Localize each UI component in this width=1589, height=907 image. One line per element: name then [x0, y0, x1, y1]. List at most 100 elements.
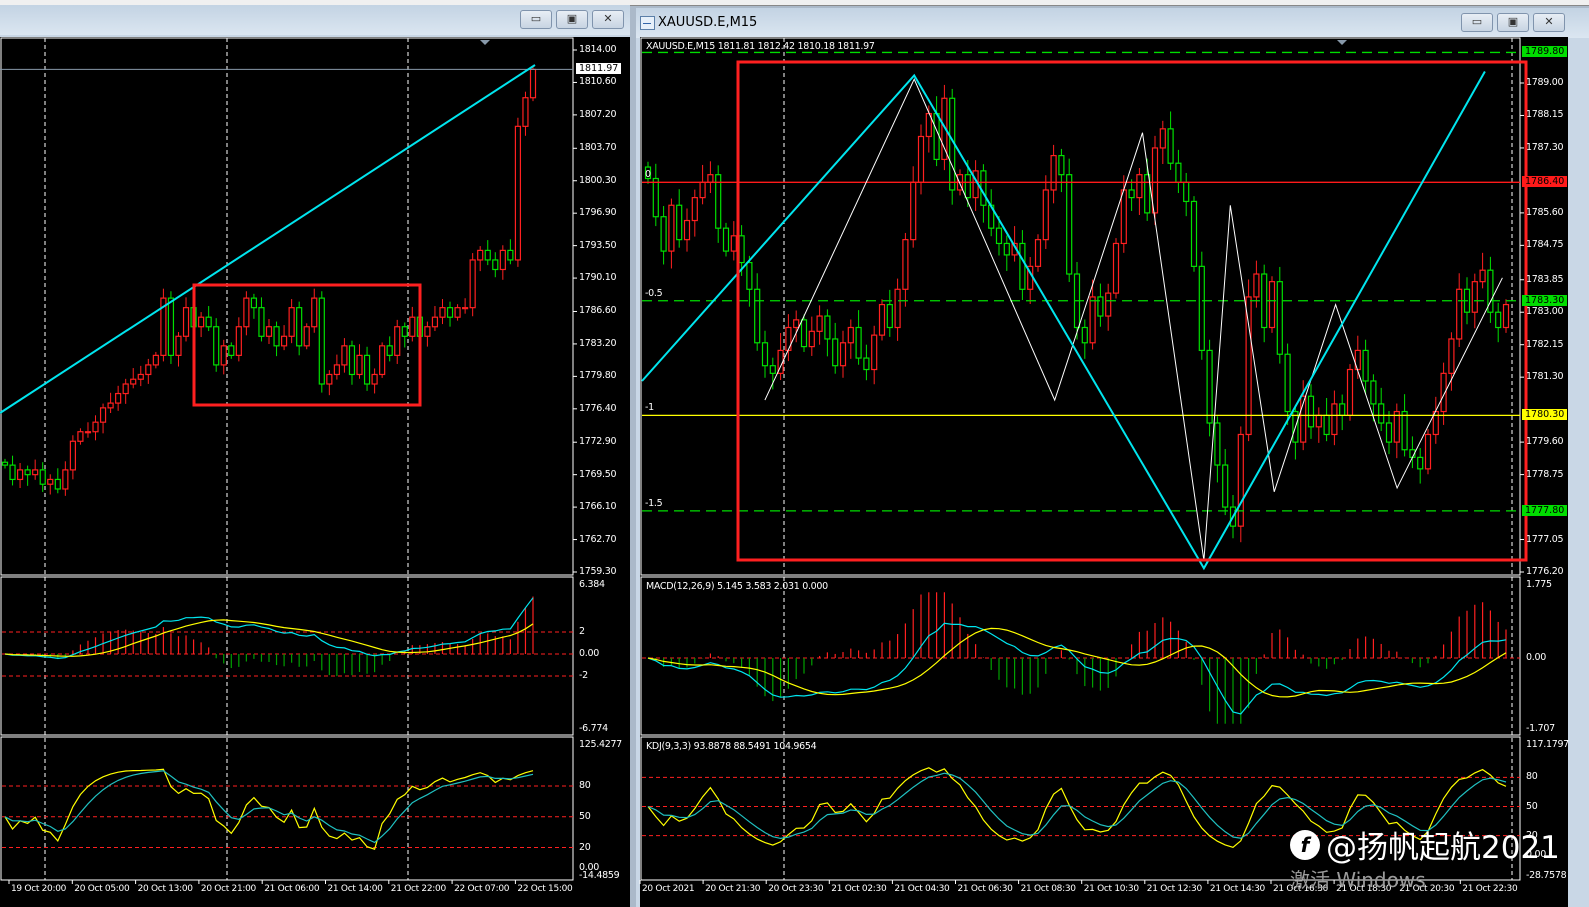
time-axis-label: 21 Oct 06:00 — [264, 884, 320, 894]
time-axis-label: 20 Oct 21:00 — [200, 884, 256, 894]
price-axis-label: 1800.30 — [579, 174, 617, 186]
candle-body — [1502, 303, 1510, 329]
candle-body — [507, 249, 514, 261]
candle-body — [793, 319, 800, 329]
time-axis-label: 20 Oct 2021 — [642, 884, 695, 894]
time-axis-label: 21 Oct 14:30 — [1209, 884, 1265, 894]
candle-body — [454, 307, 461, 318]
time-axis-label: 20 Oct 13:00 — [137, 884, 193, 894]
price-axis-label: 1784.75 — [1526, 239, 1564, 251]
price-axis-label: 1796.90 — [579, 207, 617, 219]
candle-body — [1034, 239, 1042, 267]
candle-body — [265, 326, 273, 337]
candle-body — [273, 326, 280, 347]
candle-body — [47, 478, 54, 485]
candle-body — [514, 125, 522, 261]
candle-body — [1370, 380, 1377, 405]
candle-body — [152, 354, 159, 366]
price-axis-label: 1772.90 — [579, 436, 617, 448]
candle-body — [243, 297, 250, 328]
candle-body — [477, 249, 484, 261]
price-level-tag: 1780.30 — [1522, 409, 1568, 421]
candle-body — [1284, 353, 1291, 413]
candle-body — [894, 288, 901, 329]
candle-body — [1050, 154, 1057, 191]
price-axis-label: 1807.20 — [579, 108, 617, 120]
price-axis-label: 1785.60 — [1526, 206, 1564, 218]
candle-body — [1198, 265, 1205, 352]
price-axis-label: 1769.50 — [579, 468, 617, 480]
candle-body — [1112, 242, 1120, 294]
price-level-tag: 1789.80 — [1522, 46, 1568, 58]
candle-body — [738, 235, 745, 264]
price-axis-label: 1776.40 — [579, 402, 617, 414]
candle-body — [808, 330, 815, 348]
candle-body — [1253, 273, 1260, 298]
candle-body — [363, 354, 371, 385]
candle-body — [1081, 326, 1088, 344]
candle-body — [137, 373, 144, 380]
candle-body — [816, 315, 823, 332]
price-axis-label: 1779.80 — [579, 370, 617, 382]
candle-body — [1346, 368, 1354, 416]
price-level-tag: 1786.40 — [1522, 176, 1568, 188]
candle-body — [1268, 281, 1276, 329]
watermark-logo-icon: f — [1290, 829, 1320, 860]
candle-body — [1, 461, 9, 466]
price-axis-label: 1814.00 — [579, 44, 617, 55]
watermark-text: @扬帆起航2021 — [1326, 830, 1560, 866]
candle-body — [311, 297, 318, 328]
candle-body — [1066, 174, 1073, 275]
candle-body — [99, 407, 107, 423]
time-axis-label: 22 Oct 07:00 — [454, 884, 510, 894]
time-axis-label: 21 Oct 12:30 — [1146, 884, 1202, 894]
time-axis-label: 21 Oct 06:30 — [957, 884, 1013, 894]
candle-body — [62, 469, 69, 490]
candle-body — [839, 342, 847, 367]
candle-body — [769, 365, 776, 374]
candle-body — [499, 249, 506, 271]
candle-body — [863, 357, 870, 371]
candle-body — [871, 334, 878, 371]
candle-body — [462, 307, 469, 310]
charts-canvas[interactable] — [0, 0, 1589, 907]
candle-body — [296, 307, 303, 347]
macd-axis-level: 2 — [579, 625, 585, 637]
candle-body — [92, 421, 99, 433]
candle-body — [1307, 395, 1315, 428]
candle-body — [980, 170, 987, 206]
candle-body — [39, 469, 46, 485]
candle-body — [24, 469, 31, 476]
candle-body — [54, 478, 61, 490]
candle-body — [1237, 433, 1244, 527]
candle-body — [235, 326, 242, 356]
time-axis-label: 21 Oct 22:00 — [390, 884, 446, 894]
candle-body — [356, 354, 363, 376]
candle-body — [1276, 281, 1283, 355]
time-axis-label: 20 Oct 23:30 — [768, 884, 824, 894]
candle-body — [32, 469, 39, 476]
kdj-label: KDJ(9,3,3) 93.8878 88.5491 104.9654 — [646, 741, 817, 752]
price-axis-label: 1793.50 — [579, 239, 617, 251]
candle-body — [1222, 464, 1229, 508]
time-axis-label: 21 Oct 10:30 — [1083, 884, 1139, 894]
candle-body — [761, 342, 769, 367]
candle-body — [522, 97, 529, 127]
candle-body — [1362, 349, 1369, 382]
right-chart-header: XAUUSD.E,M15 1811.81 1812.42 1810.18 181… — [646, 41, 875, 52]
candle-body — [660, 216, 667, 252]
candle-body — [878, 303, 886, 336]
candle-body — [326, 373, 333, 385]
price-axis-label: 1783.20 — [579, 337, 617, 349]
candle-body — [318, 297, 325, 385]
time-axis-label: 21 Oct 08:30 — [1020, 884, 1076, 894]
time-axis-label: 20 Oct 21:30 — [705, 884, 761, 894]
price-axis-label: 1762.70 — [579, 533, 617, 545]
candle-body — [1424, 433, 1432, 470]
price-axis-label: 1759.30 — [579, 566, 617, 577]
candle-body — [69, 440, 76, 471]
candle-body — [676, 204, 683, 241]
candle-body — [1456, 288, 1463, 340]
candle-body — [855, 326, 862, 359]
candle-body — [1385, 422, 1393, 443]
